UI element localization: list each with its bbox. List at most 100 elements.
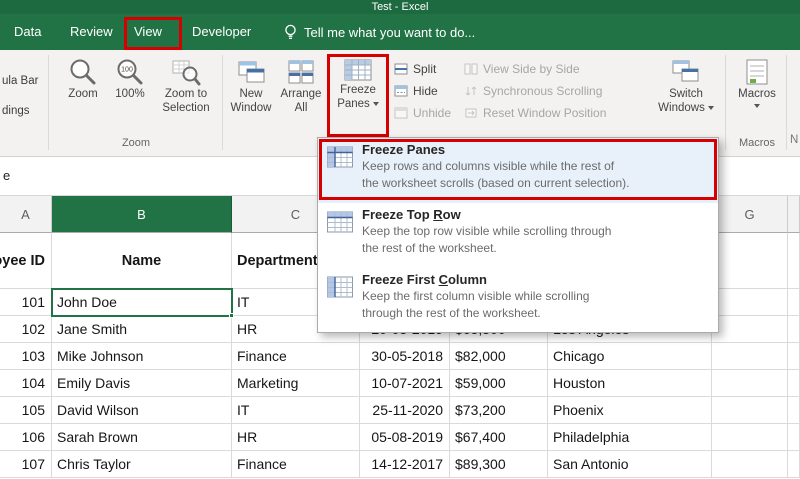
cell[interactable] (712, 397, 788, 424)
menu-item-freeze-top-row[interactable]: Freeze Top Row Keep the top row visible … (318, 203, 718, 268)
menu-item-freeze-first-column[interactable]: Freeze First Column Keep the first colum… (318, 268, 718, 334)
header-cell-name[interactable]: Name (52, 233, 232, 289)
headings-checkbox-label-cut[interactable]: dings (2, 105, 30, 117)
cell[interactable] (712, 343, 788, 370)
cell-date[interactable]: 05-08-2019 (360, 424, 450, 451)
cell-id[interactable]: 102 (0, 316, 52, 343)
cell-id[interactable]: 107 (0, 451, 52, 478)
svg-text:100: 100 (121, 67, 133, 74)
cell-city[interactable]: San Antonio (548, 451, 712, 478)
cell-date[interactable]: 14-12-2017 (360, 451, 450, 478)
hide-button[interactable]: Hide (394, 80, 451, 102)
switch-windows-button[interactable]: Switch Windows (652, 57, 720, 115)
hide-label: Hide (413, 84, 438, 98)
cell-dept[interactable]: Finance (232, 343, 360, 370)
freeze-panes-menu: Freeze Panes Keep rows and columns visib… (317, 137, 719, 333)
cell[interactable] (712, 451, 788, 478)
menu-item-freeze-panes[interactable]: Freeze Panes Keep rows and columns visib… (318, 138, 718, 203)
macros-group-label: Macros (738, 137, 776, 149)
menu-item-desc-line: Keep the top row visible while scrolling… (362, 224, 612, 238)
switch-windows-label-1: Switch (669, 88, 703, 100)
cell-filler (788, 289, 800, 316)
cell-id[interactable]: 103 (0, 343, 52, 370)
group-separator (48, 55, 49, 150)
cell-filler (788, 424, 800, 451)
new-window-label-2: Window (230, 102, 272, 114)
group-separator (725, 55, 726, 150)
cell-id[interactable]: 105 (0, 397, 52, 424)
cell-name[interactable]: John Doe (52, 289, 232, 316)
formula-bar-checkbox-label-cut[interactable]: ula Bar (2, 75, 38, 87)
group-separator (786, 55, 787, 150)
cell-name[interactable]: Mike Johnson (52, 343, 232, 370)
cell-date[interactable]: 25-11-2020 (360, 397, 450, 424)
cell-city[interactable]: Phoenix (548, 397, 712, 424)
tab-review[interactable]: Review (70, 14, 113, 50)
zoom-to-selection-label-2: Selection (162, 102, 210, 114)
cell-date[interactable]: 10-07-2021 (360, 370, 450, 397)
unhide-icon (394, 107, 408, 119)
column-header-b[interactable]: B (52, 196, 232, 233)
ribbon-tab-bar: Data Review View Developer Tell me what … (0, 14, 800, 50)
cell[interactable] (712, 289, 788, 316)
macros-icon (746, 59, 768, 85)
reset-window-icon (465, 108, 477, 118)
header-cell[interactable] (712, 233, 788, 289)
cell-city[interactable]: Philadelphia (548, 424, 712, 451)
cell-salary[interactable]: $67,400 (450, 424, 548, 451)
column-header-a[interactable]: A (0, 196, 52, 233)
unhide-button: Unhide (394, 102, 451, 124)
split-button[interactable]: Split (394, 58, 451, 80)
cell-salary[interactable]: $89,300 (450, 451, 548, 478)
cell-id[interactable]: 106 (0, 424, 52, 451)
cell-salary[interactable]: $82,000 (450, 343, 548, 370)
menu-item-desc: Keep the first column visible while scro… (362, 288, 589, 321)
new-window-icon (238, 61, 265, 83)
cell-city[interactable]: Chicago (548, 343, 712, 370)
reset-window-position-button: Reset Window Position (464, 102, 606, 124)
arrange-all-label-2: All (294, 102, 308, 114)
excel-window: Test - Excel Data Review View Developer … (0, 0, 800, 479)
cell-salary[interactable]: $73,200 (450, 397, 548, 424)
tab-data[interactable]: Data (14, 14, 41, 50)
zoom-to-selection-button[interactable]: Zoom to Selection (154, 57, 218, 115)
macros-button[interactable]: Macros (732, 57, 782, 108)
cell-id[interactable]: 104 (0, 370, 52, 397)
cell-salary[interactable]: $59,000 (450, 370, 548, 397)
freeze-top-row-icon (326, 210, 354, 239)
cell-name[interactable]: Jane Smith (52, 316, 232, 343)
switch-windows-label-2: Windows (658, 102, 705, 114)
tell-me-box[interactable]: Tell me what you want to do... (284, 14, 475, 50)
cell-name[interactable]: Chris Taylor (52, 451, 232, 478)
cell-dept[interactable]: Finance (232, 451, 360, 478)
dropdown-caret-icon (707, 106, 714, 110)
header-cell-filler (788, 233, 800, 289)
cell-filler (788, 397, 800, 424)
zoom-button[interactable]: Zoom (58, 57, 108, 101)
cell[interactable] (712, 370, 788, 397)
zoom-100-label: 100% (115, 88, 145, 100)
cell-id[interactable]: 101 (0, 289, 52, 316)
menu-item-desc: Keep the top row visible while scrolling… (362, 223, 611, 256)
tab-developer[interactable]: Developer (192, 14, 251, 50)
zoom-100-button[interactable]: 100 100% (106, 57, 154, 101)
lightbulb-icon (285, 24, 296, 39)
cell-name[interactable]: David Wilson (52, 397, 232, 424)
arrange-all-button[interactable]: Arrange All (276, 57, 326, 115)
dropdown-caret-icon (754, 104, 760, 108)
new-window-button[interactable]: New Window (226, 57, 276, 115)
cell-name[interactable]: Sarah Brown (52, 424, 232, 451)
column-header-g[interactable]: G (712, 196, 788, 233)
cell[interactable] (712, 316, 788, 343)
cell[interactable] (712, 424, 788, 451)
cell-name[interactable]: Emily Davis (52, 370, 232, 397)
cell-dept[interactable]: Marketing (232, 370, 360, 397)
cell-city[interactable]: Houston (548, 370, 712, 397)
header-cell-employee-id[interactable]: ployee ID (0, 233, 52, 289)
table-row: 106 Sarah Brown HR 05-08-2019 $67,400 Ph… (0, 424, 800, 451)
cell-dept[interactable]: HR (232, 424, 360, 451)
cell-date[interactable]: 30-05-2018 (360, 343, 450, 370)
cell-dept[interactable]: IT (232, 397, 360, 424)
view-side-by-side-button: View Side by Side (464, 58, 606, 80)
highlight-box-menu-item (319, 139, 717, 200)
